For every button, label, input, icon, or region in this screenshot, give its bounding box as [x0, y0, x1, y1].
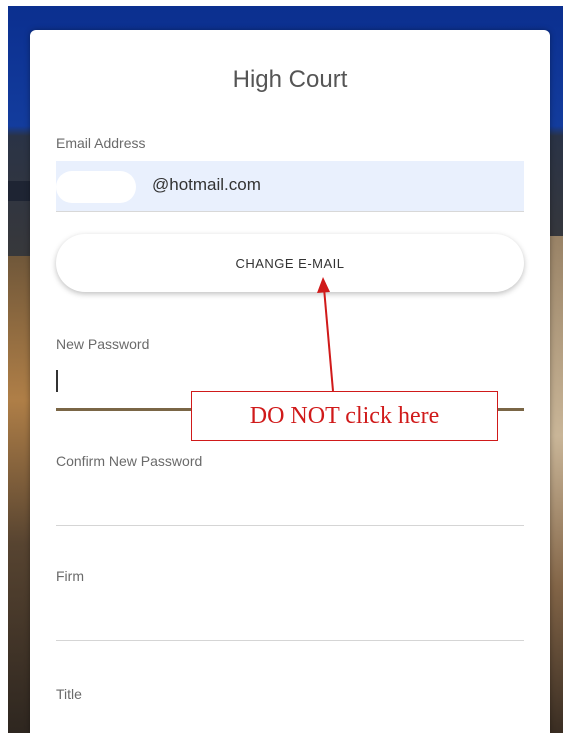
warning-annotation: DO NOT click here [191, 391, 498, 441]
annotation-arrow [317, 277, 334, 392]
arrow-head [317, 277, 330, 293]
arrow-line [323, 287, 334, 392]
